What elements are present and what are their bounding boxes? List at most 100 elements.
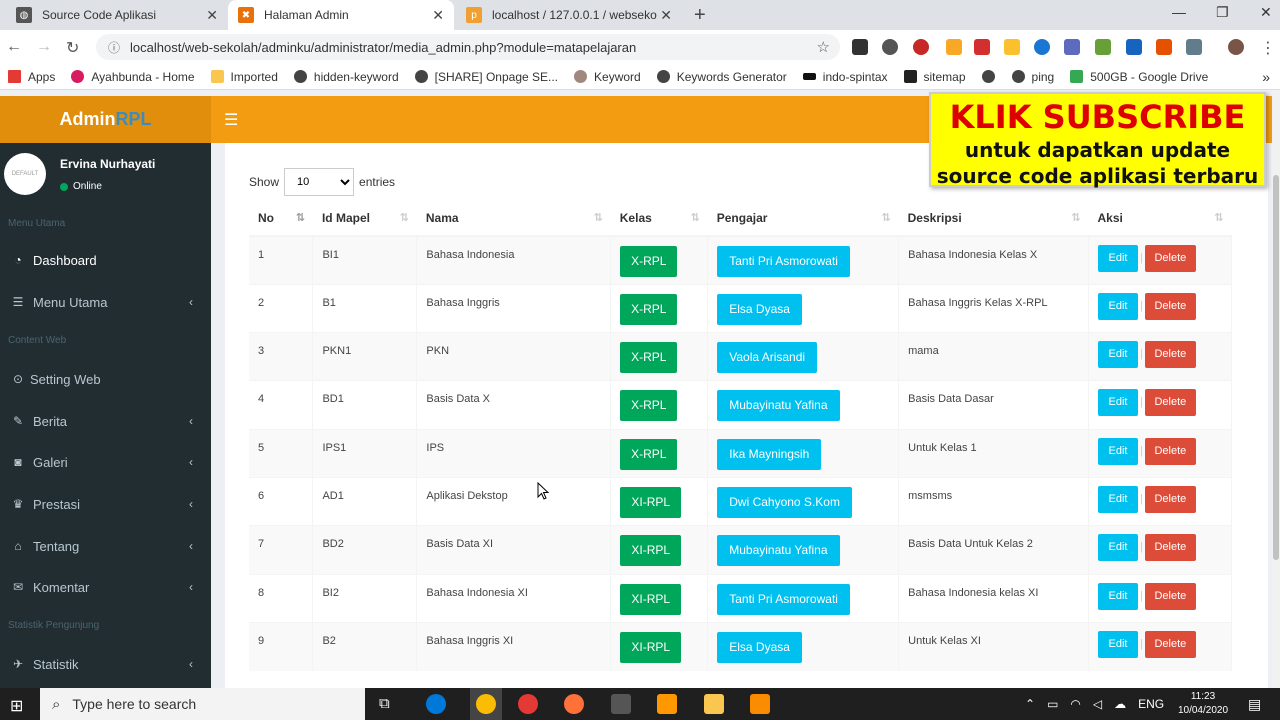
- delete-button[interactable]: Delete: [1144, 389, 1196, 417]
- browser-tab-halaman-admin[interactable]: ✖ Halaman Admin ✕: [228, 0, 454, 30]
- sidebar-item-menu-utama[interactable]: ☰ Menu Utama ‹: [0, 282, 211, 322]
- delete-button[interactable]: Delete: [1144, 485, 1196, 513]
- notifications-icon[interactable]: ▤: [1248, 696, 1261, 713]
- delete-button[interactable]: Delete: [1144, 582, 1196, 610]
- hamburger-icon[interactable]: ☰: [224, 110, 238, 130]
- page-scrollbar-thumb[interactable]: [1273, 175, 1279, 560]
- taskbar-clock[interactable]: 11:23 10/04/2020: [1173, 690, 1233, 718]
- class-badge-button[interactable]: XI-RPL: [620, 583, 682, 615]
- tray-chevron-up-icon[interactable]: ⌃: [1025, 697, 1035, 711]
- sidebar-item-tentang[interactable]: ⌂ Tentang ‹: [0, 526, 211, 566]
- edge-icon[interactable]: [426, 694, 446, 714]
- edit-button[interactable]: Edit: [1098, 389, 1139, 417]
- class-badge-button[interactable]: XI-RPL: [620, 535, 682, 567]
- windows-start-icon[interactable]: ⊞: [10, 696, 23, 716]
- edit-button[interactable]: Edit: [1098, 582, 1139, 610]
- teacher-badge-button[interactable]: Ika Mayningsih: [717, 438, 822, 470]
- file-explorer-icon[interactable]: [704, 694, 724, 714]
- bookmark-ayahbunda[interactable]: Ayahbunda - Home: [71, 70, 195, 84]
- language-indicator[interactable]: ENG: [1138, 697, 1164, 711]
- window-close-icon[interactable]: ✕: [1260, 4, 1272, 21]
- extension-icon[interactable]: [946, 39, 962, 55]
- sidebar-item-galeri[interactable]: ◙ Galeri ‹: [0, 442, 211, 482]
- column-header-pengajar[interactable]: Pengajar ⇅: [707, 200, 899, 237]
- opera-icon[interactable]: [518, 694, 538, 714]
- delete-button[interactable]: Delete: [1144, 437, 1196, 465]
- teacher-badge-button[interactable]: Tanti Pri Asmorowati: [717, 583, 850, 615]
- column-header-no[interactable]: No ⇅: [249, 200, 313, 237]
- reload-icon[interactable]: ↻: [66, 38, 79, 58]
- column-header-kelas[interactable]: Kelas ⇅: [610, 200, 708, 237]
- bookmark-hidden-keyword[interactable]: hidden-keyword: [293, 70, 399, 84]
- close-tab-icon[interactable]: ✕: [660, 7, 672, 24]
- edit-button[interactable]: Edit: [1098, 630, 1139, 658]
- logo[interactable]: Admin RPL: [0, 96, 211, 143]
- class-badge-button[interactable]: X-RPL: [620, 342, 678, 374]
- info-icon[interactable]: ⓘ: [108, 39, 120, 56]
- sidebar-item-dashboard[interactable]: ◔ Dashboard: [0, 240, 211, 280]
- firefox-icon[interactable]: [564, 694, 584, 714]
- bookmarks-overflow-icon[interactable]: »: [1262, 69, 1270, 85]
- extension-icon[interactable]: [1064, 39, 1080, 55]
- bookmark-keyword[interactable]: Keyword: [574, 70, 641, 84]
- delete-button[interactable]: Delete: [1144, 534, 1196, 562]
- extension-icon[interactable]: [1156, 39, 1172, 55]
- teacher-badge-button[interactable]: Elsa Dyasa: [717, 631, 802, 663]
- class-badge-button[interactable]: X-RPL: [620, 438, 678, 470]
- delete-button[interactable]: Delete: [1144, 245, 1196, 272]
- sidebar-item-statistik[interactable]: ✈ Statistik ‹: [0, 644, 211, 684]
- onedrive-icon[interactable]: ☁: [1114, 697, 1126, 711]
- volume-icon[interactable]: ◁: [1093, 697, 1102, 711]
- sidebar-item-prestasi[interactable]: ♛ Prestasi ‹: [0, 484, 211, 524]
- class-badge-button[interactable]: X-RPL: [620, 293, 678, 325]
- forward-icon[interactable]: →: [36, 38, 52, 56]
- extension-icon[interactable]: [974, 39, 990, 55]
- column-header-deskripsi[interactable]: Deskripsi ⇅: [898, 200, 1089, 237]
- column-header-nama[interactable]: Nama ⇅: [416, 200, 611, 237]
- bookmark-globe[interactable]: [981, 70, 1002, 83]
- bookmark-keywords-generator[interactable]: Keywords Generator: [656, 70, 787, 84]
- bookmark-ping[interactable]: ping: [1011, 70, 1054, 84]
- class-badge-button[interactable]: XI-RPL: [620, 631, 682, 663]
- class-badge-button[interactable]: XI-RPL: [620, 486, 682, 518]
- new-tab-button[interactable]: +: [694, 4, 706, 27]
- task-view-icon[interactable]: ⧉: [379, 695, 390, 712]
- class-badge-button[interactable]: X-RPL: [620, 390, 678, 422]
- sidebar-item-setting-web[interactable]: ⊙ Setting Web: [0, 359, 211, 399]
- teacher-badge-button[interactable]: Tanti Pri Asmorowati: [717, 246, 850, 277]
- delete-button[interactable]: Delete: [1144, 341, 1196, 369]
- column-header-id-mapel[interactable]: Id Mapel ⇅: [312, 200, 417, 237]
- bookmark-onpage-seo[interactable]: [SHARE] Onpage SE...: [414, 70, 558, 84]
- xampp-icon[interactable]: [750, 694, 770, 714]
- extension-icon[interactable]: [1034, 39, 1050, 55]
- edit-button[interactable]: Edit: [1098, 485, 1139, 513]
- bookmark-imported[interactable]: Imported: [210, 70, 278, 84]
- calculator-icon[interactable]: [611, 694, 631, 714]
- extension-icon[interactable]: [852, 39, 868, 55]
- back-icon[interactable]: ←: [6, 38, 22, 56]
- column-header-aksi[interactable]: Aksi ⇅: [1088, 200, 1232, 237]
- extension-icon[interactable]: [913, 39, 929, 55]
- edit-button[interactable]: Edit: [1098, 437, 1139, 465]
- delete-button[interactable]: Delete: [1144, 292, 1196, 320]
- page-length-select[interactable]: 10: [284, 168, 355, 196]
- edit-button[interactable]: Edit: [1098, 534, 1139, 562]
- extension-icon[interactable]: [882, 39, 898, 55]
- teacher-badge-button[interactable]: Mubayinatu Yafina: [717, 390, 840, 422]
- chrome-icon[interactable]: [476, 694, 496, 714]
- battery-icon[interactable]: ▭: [1047, 697, 1058, 711]
- bookmark-sitemap[interactable]: sitemap: [903, 70, 966, 84]
- teacher-badge-button[interactable]: Dwi Cahyono S.Kom: [717, 486, 852, 518]
- edit-button[interactable]: Edit: [1098, 341, 1139, 369]
- wifi-icon[interactable]: ◠: [1070, 697, 1080, 711]
- browser-tab-phpmyadmin[interactable]: p localhost / 127.0.0.1 / websekolah ✕: [456, 0, 682, 30]
- bookmark-apps[interactable]: Apps: [8, 70, 55, 84]
- maximize-icon[interactable]: ❐: [1216, 4, 1229, 21]
- bookmark-google-drive[interactable]: 500GB - Google Drive: [1070, 70, 1208, 84]
- sidebar-item-berita[interactable]: ✎ Berita ‹: [0, 401, 211, 441]
- bookmark-indo-spintax[interactable]: indo-spintax: [802, 70, 888, 84]
- url-input[interactable]: ⓘ localhost/web-sekolah/adminku/administ…: [96, 34, 840, 60]
- extension-icon[interactable]: [1095, 39, 1111, 55]
- teacher-badge-button[interactable]: Mubayinatu Yafina: [717, 535, 840, 567]
- teacher-badge-button[interactable]: Vaola Arisandi: [717, 342, 818, 374]
